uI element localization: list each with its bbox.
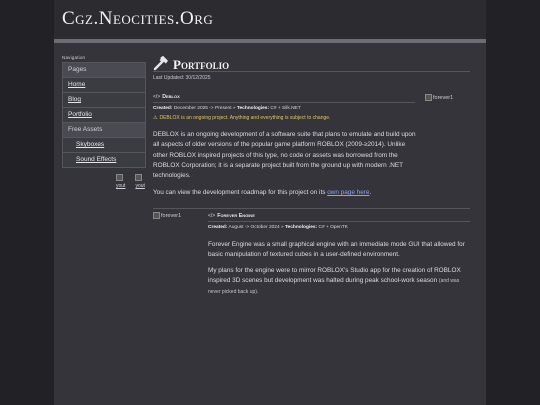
project-meta: Created: December 2025 -> Present » Tech…: [153, 106, 301, 111]
last-updated: Last Updated: 30/12/2025: [153, 75, 211, 81]
project-divider: [153, 102, 415, 103]
warning-icon: ⚠: [153, 115, 158, 121]
project-warning: ⚠ DEBLOX is an ongoing project. Anything …: [153, 115, 331, 121]
header-divider: [54, 39, 486, 43]
title-divider: [153, 71, 470, 72]
roadmap-link[interactable]: own page here: [327, 189, 369, 196]
project-title-forever-engine: </> Forever Engine: [208, 213, 255, 219]
project-description: Forever Engine was a small graphical eng…: [208, 241, 465, 259]
nav-caption: Navigation: [62, 55, 86, 60]
nav-heading-free-assets: Free Assets: [63, 123, 145, 138]
project-meta: Created: August -> October 2024 » Techno…: [208, 225, 348, 230]
site-title[interactable]: Cgz.Neocities.Org: [62, 8, 213, 30]
page-container: Cgz.Neocities.Org Navigation Pages Home …: [54, 0, 486, 405]
project-image-deblox: forever1: [425, 94, 453, 101]
project-roadmap-text: You can view the development roadmap for…: [153, 189, 372, 196]
project-image-forever-engine: forever1: [153, 212, 181, 219]
broken-image-icon: [425, 94, 432, 101]
site-header: Cgz.Neocities.Org: [54, 0, 486, 39]
broken-image-icon: [135, 174, 143, 181]
nav-link-home[interactable]: Home: [63, 78, 145, 93]
hammer-icon: [153, 55, 168, 71]
project-plans-text: My plans for the engine were to mirror R…: [208, 267, 461, 295]
section-divider: [153, 208, 470, 209]
sidebar-nav: Pages Home Blog Portfolio Free Assets Sk…: [62, 62, 146, 168]
project-divider: [208, 221, 470, 222]
badge-link[interactable]: yout: [135, 174, 149, 189]
broken-image-icon: [116, 174, 123, 181]
nav-link-blog[interactable]: Blog: [63, 93, 145, 108]
code-icon: </>: [208, 213, 216, 219]
project-title-deblox: </> Deblox: [153, 94, 180, 100]
badge-group: yout yout: [116, 174, 150, 192]
nav-link-portfolio[interactable]: Portfolio: [63, 108, 145, 123]
badge-link[interactable]: yout: [116, 174, 130, 189]
nav-link-sound-effects[interactable]: Sound Effects: [63, 153, 145, 167]
code-icon: </>: [153, 94, 161, 100]
project-description: DEBLOX is an ongoing development of a so…: [153, 131, 416, 180]
nav-link-skyboxes[interactable]: Skyboxes: [63, 138, 145, 153]
nav-heading-pages: Pages: [63, 63, 145, 78]
broken-image-icon: [153, 212, 160, 219]
